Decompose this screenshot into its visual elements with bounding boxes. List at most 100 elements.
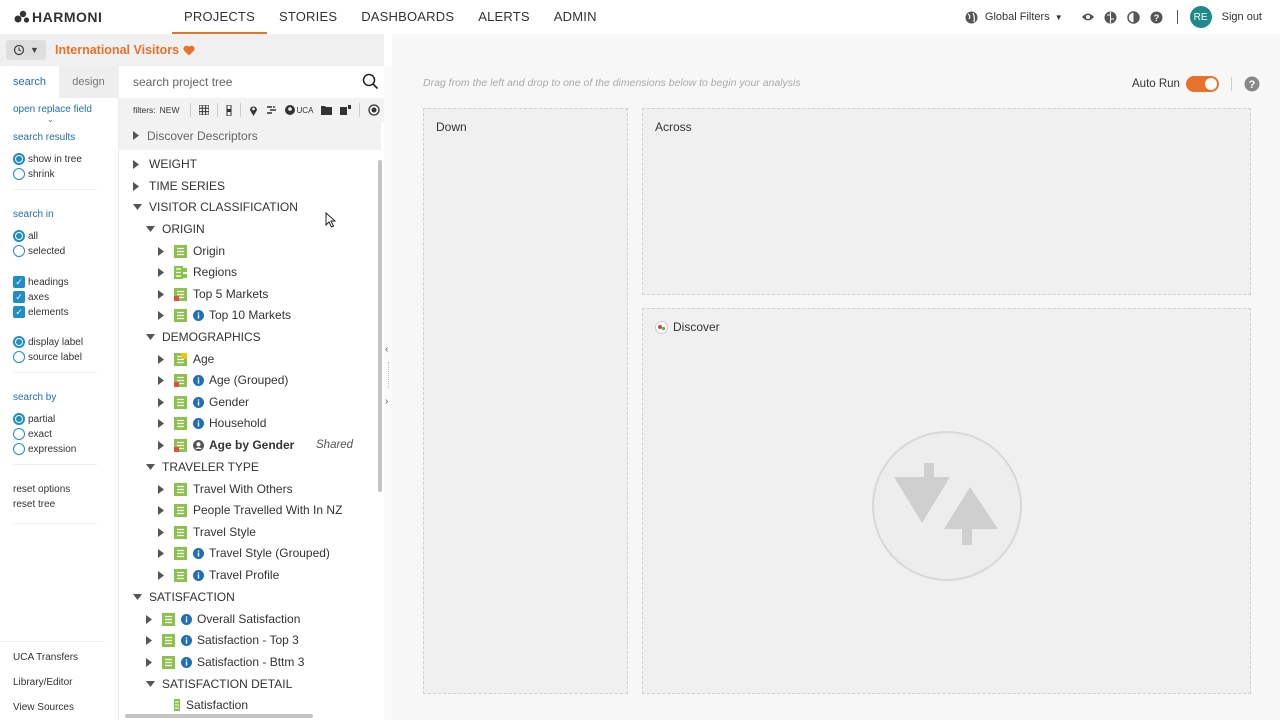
- eye-icon[interactable]: [1081, 10, 1095, 24]
- caret-right-icon[interactable]: [158, 484, 164, 494]
- radio-shrink[interactable]: shrink: [13, 168, 55, 180]
- tree-item[interactable]: Household: [158, 413, 266, 433]
- reset-options-link[interactable]: reset options: [13, 484, 70, 495]
- library-editor-link[interactable]: Library/Editor: [13, 677, 72, 688]
- chevron-down-icon[interactable]: ⌄: [47, 115, 54, 124]
- info-icon[interactable]: [181, 613, 192, 625]
- open-replace-field-link[interactable]: open replace field: [13, 104, 92, 115]
- info-icon-wrap[interactable]: [181, 613, 192, 625]
- radio-partial[interactable]: partial: [13, 413, 55, 425]
- tree-item[interactable]: Regions: [158, 262, 237, 282]
- expander[interactable]: [158, 548, 168, 558]
- caret-right-icon[interactable]: [158, 246, 164, 256]
- tree-item[interactable]: Age by Gender Shared: [158, 435, 353, 455]
- caret-right-icon[interactable]: [158, 397, 164, 407]
- visibility-toggle-icon[interactable]: [368, 104, 381, 116]
- tree-category[interactable]: WEIGHT: [133, 154, 197, 174]
- nav-projects[interactable]: PROJECTS: [172, 0, 267, 34]
- tree-item[interactable]: Top 10 Markets: [158, 305, 291, 325]
- discover-descriptors-row[interactable]: Discover Descriptors: [119, 122, 381, 150]
- help-icon[interactable]: ?: [1150, 10, 1164, 24]
- down-dropzone[interactable]: Down: [423, 108, 628, 694]
- tree-item[interactable]: Satisfaction - Bttm 3: [146, 652, 304, 672]
- tree-category[interactable]: VISITOR CLASSIFICATION: [133, 197, 298, 217]
- panel-splitter[interactable]: ‹ ›: [384, 66, 392, 720]
- app-logo[interactable]: HARMONI: [14, 9, 102, 25]
- tab-search[interactable]: search: [0, 66, 59, 98]
- hierarchy-icon[interactable]: [266, 105, 277, 115]
- expander[interactable]: [158, 505, 168, 515]
- nav-dashboards[interactable]: DASHBOARDS: [349, 0, 466, 34]
- caret-down-icon[interactable]: [133, 204, 142, 210]
- expander[interactable]: [146, 334, 156, 340]
- caret-right-icon[interactable]: [158, 527, 164, 537]
- tree-category[interactable]: ORIGIN: [146, 219, 205, 239]
- expander[interactable]: [146, 635, 156, 645]
- info-icon[interactable]: [193, 396, 204, 408]
- folder-icon[interactable]: [321, 105, 333, 115]
- expander[interactable]: [146, 681, 156, 687]
- radio-all[interactable]: all: [13, 230, 38, 242]
- expander[interactable]: [158, 527, 168, 537]
- tree-category[interactable]: TRAVELER TYPE: [146, 457, 259, 477]
- uca-filter[interactable]: UCA: [284, 105, 313, 115]
- caret-right-icon[interactable]: [133, 181, 139, 191]
- tree-item[interactable]: Travel With Others: [158, 479, 293, 499]
- expander[interactable]: [158, 310, 168, 320]
- radio-expression[interactable]: expression: [13, 443, 76, 455]
- radio-exact[interactable]: exact: [13, 428, 52, 440]
- nav-alerts[interactable]: ALERTS: [466, 0, 542, 34]
- caret-right-icon[interactable]: [158, 570, 164, 580]
- grid-filter-icon[interactable]: [198, 105, 209, 115]
- discover-dropzone[interactable]: Discover: [642, 308, 1251, 694]
- caret-right-icon[interactable]: [133, 131, 139, 140]
- expander[interactable]: [158, 289, 168, 299]
- vertical-scrollbar[interactable]: [378, 160, 382, 492]
- caret-down-icon[interactable]: [146, 226, 155, 232]
- checkbox-elements[interactable]: ✓ elements: [13, 306, 69, 318]
- radio-show-in-tree[interactable]: show in tree: [13, 153, 82, 165]
- tree-item[interactable]: Origin: [158, 241, 225, 261]
- location-pin-icon[interactable]: [249, 105, 258, 116]
- expander[interactable]: [158, 246, 168, 256]
- expander[interactable]: [158, 397, 168, 407]
- radio-source-label[interactable]: source label: [13, 351, 82, 363]
- expander[interactable]: [133, 594, 143, 600]
- expander[interactable]: [158, 354, 168, 364]
- info-icon[interactable]: [181, 656, 192, 668]
- info-icon[interactable]: [193, 417, 204, 429]
- global-filters-dropdown[interactable]: Global Filters ▼: [965, 11, 1063, 24]
- tab-design[interactable]: design: [59, 66, 118, 98]
- caret-right-icon[interactable]: [146, 635, 152, 645]
- auto-run-toggle[interactable]: [1185, 76, 1219, 92]
- tree-item[interactable]: People Travelled With In NZ: [158, 500, 342, 520]
- expander[interactable]: [158, 375, 168, 385]
- caret-right-icon[interactable]: [158, 267, 164, 277]
- filter-new[interactable]: NEW: [160, 105, 180, 115]
- expander[interactable]: [133, 204, 143, 210]
- tree-item[interactable]: Travel Profile: [158, 565, 279, 585]
- caret-down-icon[interactable]: [146, 681, 155, 687]
- tree-item[interactable]: Satisfaction - Top 3: [146, 630, 299, 650]
- caret-right-icon[interactable]: [158, 548, 164, 558]
- heart-icon[interactable]: [183, 45, 195, 56]
- sign-out-link[interactable]: Sign out: [1222, 11, 1262, 23]
- caret-down-icon[interactable]: [133, 594, 142, 600]
- search-icon[interactable]: [362, 73, 379, 90]
- expander[interactable]: [146, 464, 156, 470]
- checkbox-axes[interactable]: ✓ axes: [13, 291, 49, 303]
- expander[interactable]: [158, 484, 168, 494]
- nav-admin[interactable]: ADMIN: [542, 0, 609, 34]
- caret-right-icon[interactable]: [133, 159, 139, 169]
- expander[interactable]: [158, 267, 168, 277]
- help-icon[interactable]: ?: [1244, 76, 1260, 92]
- info-icon-wrap[interactable]: [181, 656, 192, 668]
- brain-icon[interactable]: [1104, 10, 1118, 24]
- tree-item[interactable]: Top 5 Markets: [158, 284, 268, 304]
- across-dropzone[interactable]: Across: [642, 108, 1251, 295]
- info-icon-wrap[interactable]: [193, 417, 204, 429]
- tree-item[interactable]: Travel Style (Grouped): [158, 543, 330, 563]
- tree-item[interactable]: Travel Style: [158, 522, 256, 542]
- caret-right-icon[interactable]: [158, 354, 164, 364]
- tree-item[interactable]: Age: [158, 349, 214, 369]
